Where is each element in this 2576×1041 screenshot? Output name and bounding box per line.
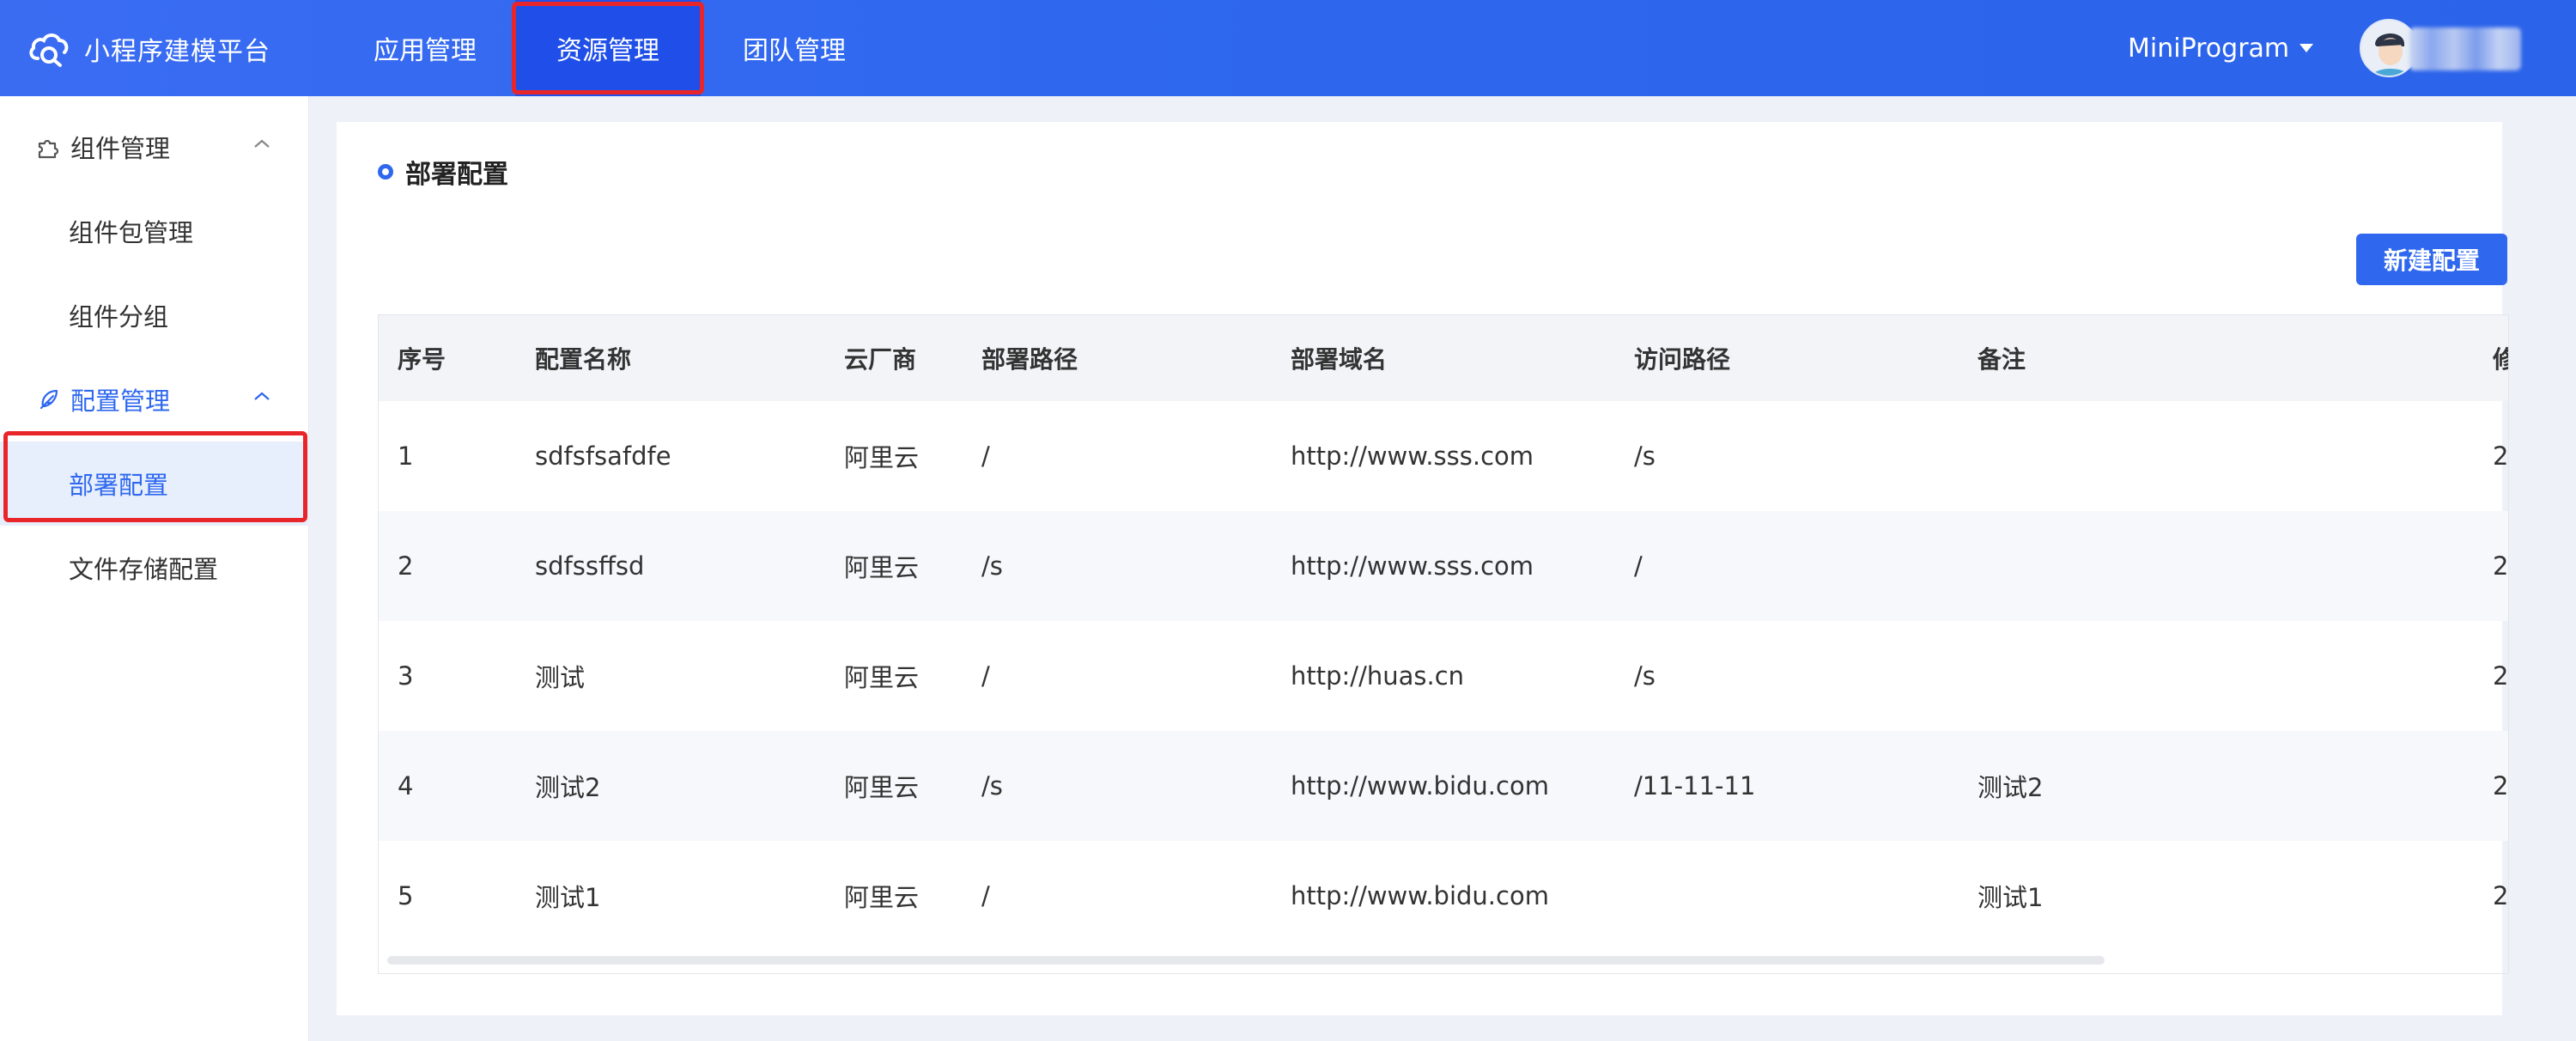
tenant-dropdown[interactable]: MiniProgram bbox=[2128, 26, 2314, 70]
column-header: 备注 bbox=[1978, 345, 2026, 374]
sidebar-item-component-packages[interactable]: 组件包管理 bbox=[0, 189, 309, 273]
bullet-dot-icon bbox=[378, 164, 393, 180]
table-header: 序号 配置名称 云厂商 部署路径 部署域名 访问路径 备注 修 bbox=[379, 315, 2508, 401]
chevron-up-icon bbox=[254, 139, 270, 148]
table-row[interactable]: 5 测试1 阿里云 / http://www.bidu.com 测试1 2 bbox=[379, 841, 2509, 951]
sidebar-group-components[interactable]: 组件管理 bbox=[0, 105, 309, 189]
cell-vendor: 阿里云 bbox=[844, 773, 920, 802]
cell-modified: 2 bbox=[2493, 441, 2509, 471]
tenant-label: MiniProgram bbox=[2128, 33, 2290, 64]
cell-domain: http://www.sss.com bbox=[1291, 551, 1534, 581]
app-logo[interactable]: 小程序建模平台 bbox=[26, 24, 270, 74]
sidebar-item-file-storage-config[interactable]: 文件存储配置 bbox=[0, 526, 309, 610]
app-title: 小程序建模平台 bbox=[84, 37, 270, 67]
cell-index: 1 bbox=[398, 441, 414, 471]
cell-remark: 测试1 bbox=[1978, 883, 2044, 912]
sidebar-group-config[interactable]: 配置管理 bbox=[0, 357, 309, 441]
cell-domain: http://www.sss.com bbox=[1291, 441, 1534, 471]
puzzle-icon bbox=[38, 139, 59, 159]
cell-vendor: 阿里云 bbox=[844, 883, 920, 912]
cell-deploy-path: / bbox=[981, 441, 990, 471]
sidebar-item-label: 组件包管理 bbox=[69, 218, 194, 247]
column-header: 修 bbox=[2493, 315, 2508, 401]
new-config-button[interactable]: 新建配置 bbox=[2356, 234, 2507, 285]
sidebar: 组件管理 组件包管理 组件分组 配置管理 部署配置 文件存储配置 bbox=[0, 96, 309, 1041]
cell-deploy-path: /s bbox=[981, 551, 1003, 581]
cell-modified: 2 bbox=[2493, 661, 2509, 691]
table-row[interactable]: 2 sdfssffsd 阿里云 /s http://www.sss.com / … bbox=[379, 511, 2509, 621]
cell-modified: 2 bbox=[2493, 771, 2509, 801]
chevron-up-icon bbox=[254, 392, 270, 400]
main-content-card: 部署配置 新建配置 序号 配置名称 云厂商 部署路径 部署域名 访问路径 备注 … bbox=[337, 122, 2509, 1015]
cell-access-path: /11-11-11 bbox=[1634, 771, 1756, 801]
sidebar-item-label: 组件分组 bbox=[69, 302, 169, 332]
cell-vendor: 阿里云 bbox=[844, 553, 920, 582]
column-header: 部署域名 bbox=[1291, 345, 1388, 374]
cell-vendor: 阿里云 bbox=[844, 663, 920, 692]
cell-name: sdfssffsd bbox=[535, 551, 645, 581]
cell-index: 2 bbox=[398, 551, 414, 581]
nav-app-management[interactable]: 应用管理 bbox=[361, 0, 489, 96]
section-title: 部署配置 bbox=[405, 160, 508, 190]
cell-remark: 测试2 bbox=[1978, 773, 2044, 802]
sidebar-item-component-groups[interactable]: 组件分组 bbox=[0, 273, 309, 357]
cell-index: 4 bbox=[398, 771, 414, 801]
cell-name: 测试 bbox=[535, 663, 586, 692]
cell-domain: http://www.bidu.com bbox=[1291, 771, 1549, 801]
horizontal-scrollbar[interactable] bbox=[387, 956, 2105, 965]
sidebar-item-label: 部署配置 bbox=[69, 471, 169, 500]
column-header: 云厂商 bbox=[844, 345, 917, 374]
nav-label: 团队管理 bbox=[743, 36, 846, 66]
sidebar-group-label: 组件管理 bbox=[70, 134, 171, 163]
cell-name: sdfsfsafdfe bbox=[535, 441, 671, 471]
cell-modified: 2 bbox=[2493, 881, 2509, 910]
sidebar-group-label: 配置管理 bbox=[70, 387, 171, 416]
cell-index: 3 bbox=[398, 661, 414, 691]
table-row[interactable]: 1 sdfsfsafdfe 阿里云 / http://www.sss.com /… bbox=[379, 401, 2509, 511]
cell-deploy-path: / bbox=[981, 661, 990, 691]
cell-deploy-path: /s bbox=[981, 771, 1003, 801]
cell-domain: http://huas.cn bbox=[1291, 661, 1465, 691]
cell-name: 测试1 bbox=[535, 883, 601, 912]
column-header: 序号 bbox=[398, 345, 447, 374]
cell-access-path: /s bbox=[1634, 661, 1656, 691]
sidebar-item-deploy-config[interactable]: 部署配置 bbox=[0, 441, 309, 526]
cell-domain: http://www.bidu.com bbox=[1291, 881, 1549, 910]
cloud-logo-icon bbox=[29, 33, 69, 67]
cell-modified: 2 bbox=[2493, 551, 2509, 581]
sidebar-item-label: 文件存储配置 bbox=[69, 555, 219, 584]
cell-deploy-path: / bbox=[981, 881, 990, 910]
table-row[interactable]: 4 测试2 阿里云 /s http://www.bidu.com /11-11-… bbox=[379, 731, 2509, 841]
table-row[interactable]: 3 测试 阿里云 / http://huas.cn /s 2 bbox=[379, 621, 2509, 731]
config-table: 序号 配置名称 云厂商 部署路径 部署域名 访问路径 备注 修 1 sdfsfs… bbox=[378, 314, 2509, 974]
username-redacted bbox=[2409, 27, 2521, 70]
section-header: 部署配置 bbox=[378, 153, 508, 191]
caret-down-icon bbox=[2300, 44, 2314, 52]
column-header: 访问路径 bbox=[1634, 345, 1731, 374]
nav-label: 应用管理 bbox=[374, 36, 477, 66]
top-navigation-bar: 小程序建模平台 应用管理 资源管理 团队管理 MiniProgram bbox=[0, 0, 2576, 96]
nav-team-management[interactable]: 团队管理 bbox=[730, 0, 859, 96]
nav-label: 资源管理 bbox=[556, 36, 659, 66]
feather-icon bbox=[39, 389, 58, 410]
cell-access-path: / bbox=[1634, 551, 1643, 581]
cell-vendor: 阿里云 bbox=[844, 443, 920, 472]
cell-access-path: /s bbox=[1634, 441, 1656, 471]
nav-resource-management[interactable]: 资源管理 bbox=[515, 0, 701, 96]
column-header: 部署路径 bbox=[981, 345, 1078, 374]
column-header: 配置名称 bbox=[535, 345, 632, 374]
user-menu[interactable] bbox=[2360, 19, 2531, 77]
cell-index: 5 bbox=[398, 881, 414, 910]
cell-name: 测试2 bbox=[535, 773, 601, 802]
